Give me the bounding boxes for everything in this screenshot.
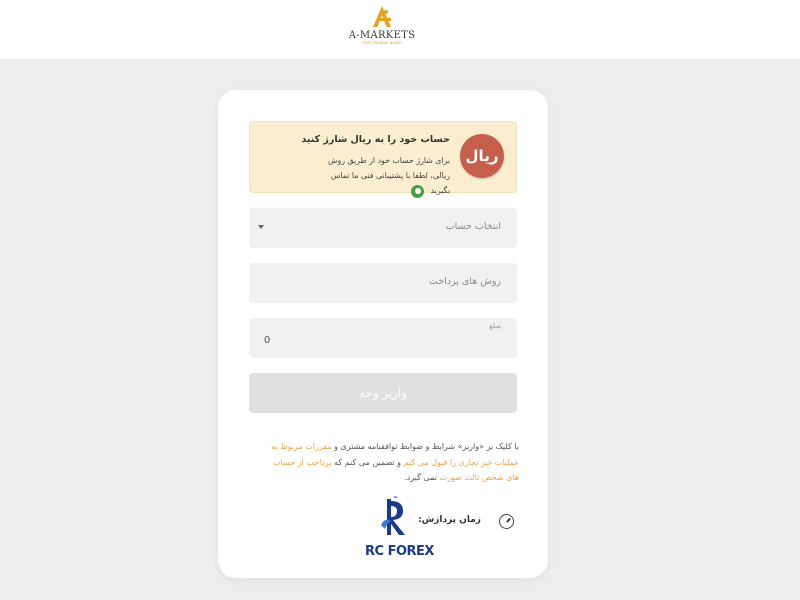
terms-part-3: نمی گیرد. xyxy=(404,473,437,482)
notice-body: برای شارژ حساب خود از طریق روش ریالی، لط… xyxy=(310,153,450,198)
amount-label: مبلغ xyxy=(489,322,501,330)
terms-part-1: با کلیک بر «واریز» شرایط و ضوابط توافقنا… xyxy=(334,442,519,451)
account-select[interactable]: انتخاب حساب xyxy=(249,208,517,248)
account-select-label: انتخاب حساب xyxy=(445,221,501,232)
rc-forex-logo-icon xyxy=(381,496,405,535)
brand-logo[interactable]: A-MARKETS YOUR TRADING BUDDY xyxy=(346,5,418,47)
notice-title: حساب خود را به ریال شارژ کنید xyxy=(301,134,450,145)
speedometer-icon xyxy=(499,514,514,529)
payment-method-label: روش های پرداخت xyxy=(428,276,501,287)
amount-input[interactable] xyxy=(264,335,494,346)
payment-method-select[interactable]: روش های پرداخت xyxy=(249,263,517,303)
amount-field: مبلغ xyxy=(249,318,517,358)
rial-notice: ریال حساب خود را به ریال شارژ کنید برای … xyxy=(249,121,517,198)
rial-badge-text: ریال xyxy=(465,147,499,165)
notice-text: برای شارژ حساب خود از طریق روش ریالی، لط… xyxy=(327,156,450,195)
whatsapp-icon[interactable] xyxy=(411,184,425,198)
logo-tagline: YOUR TRADING BUDDY xyxy=(361,41,403,45)
amarkets-logo-icon xyxy=(373,6,391,27)
rial-badge-icon: ریال xyxy=(460,134,504,178)
top-bar: A-MARKETS YOUR TRADING BUDDY xyxy=(0,0,800,59)
deposit-button[interactable]: واریز وجه xyxy=(249,373,517,413)
logo-text: A-MARKETS xyxy=(348,30,416,41)
deposit-card: ریال حساب خود را به ریال شارژ کنید برای … xyxy=(218,90,548,578)
provider-logo: RC FOREX xyxy=(363,495,439,563)
provider-name: RC FOREX xyxy=(365,544,434,559)
terms-text: با کلیک بر «واریز» شرایط و ضوابط توافقنا… xyxy=(267,439,519,486)
terms-part-2: و تضمین می کنم که xyxy=(334,457,402,467)
chevron-down-icon xyxy=(258,225,264,229)
